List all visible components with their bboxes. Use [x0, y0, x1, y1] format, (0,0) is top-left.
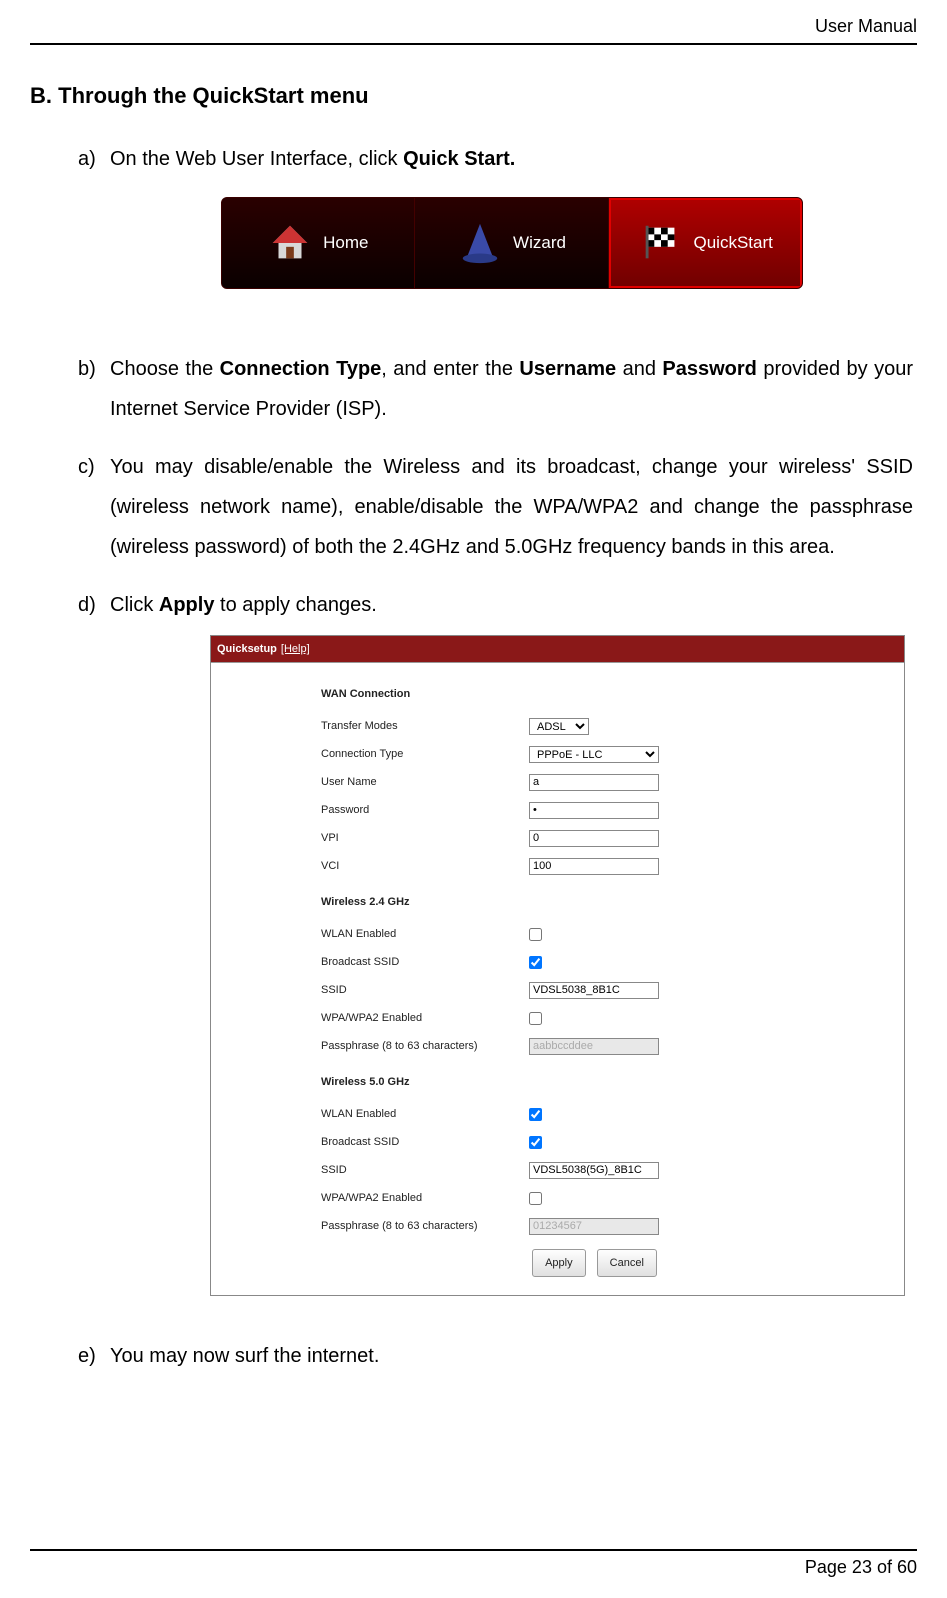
vci-label: VCI: [321, 855, 529, 877]
step-b-t3: and: [616, 358, 662, 380]
passphrase24-input[interactable]: [529, 1038, 659, 1055]
passphrase24-label: Passphrase (8 to 63 characters): [321, 1035, 529, 1057]
step-b-b3: Password: [662, 358, 756, 380]
step-a-pre: On the Web User Interface, click: [110, 148, 403, 170]
page-number-total: of 60: [872, 1557, 917, 1577]
nav-quickstart-label: QuickStart: [694, 226, 773, 260]
step-e: e) You may now surf the internet.: [110, 1336, 913, 1376]
wpa24-enabled-checkbox[interactable]: [529, 1012, 542, 1025]
wpa24-enabled-label: WPA/WPA2 Enabled: [321, 1007, 529, 1029]
cancel-button[interactable]: Cancel: [597, 1249, 657, 1277]
ssid50-label: SSID: [321, 1159, 529, 1181]
transfer-modes-label: Transfer Modes: [321, 715, 529, 737]
page-number-current: Page 23: [805, 1557, 872, 1577]
username-label: User Name: [321, 771, 529, 793]
wizard-hat-icon: [457, 220, 503, 266]
nav-wizard-label: Wizard: [513, 226, 566, 260]
step-a-bold: Quick Start.: [403, 148, 515, 170]
wireless-50-heading: Wireless 5.0 GHz: [321, 1071, 529, 1093]
form-help-link[interactable]: [Help]: [281, 638, 310, 660]
house-icon: [267, 220, 313, 266]
broadcast50-ssid-label: Broadcast SSID: [321, 1131, 529, 1153]
section-letter: B.: [30, 83, 52, 108]
step-d-marker: d): [78, 585, 96, 625]
ssid24-input[interactable]: [529, 982, 659, 999]
username-input[interactable]: [529, 774, 659, 791]
form-header-bar: Quicksetup [Help]: [211, 636, 904, 662]
step-b: b) Choose the Connection Type, and enter…: [110, 349, 913, 429]
transfer-modes-select[interactable]: ADSL: [529, 718, 589, 735]
nav-home-button[interactable]: Home: [222, 198, 416, 288]
step-b-b2: Username: [519, 358, 616, 380]
step-d-t1: Click: [110, 594, 159, 616]
password-input[interactable]: [529, 802, 659, 819]
step-d: d) Click Apply to apply changes. Quickse…: [110, 585, 913, 1296]
nav-home-label: Home: [323, 226, 368, 260]
ssid24-label: SSID: [321, 979, 529, 1001]
apply-button[interactable]: Apply: [532, 1249, 586, 1277]
wlan24-enabled-checkbox[interactable]: [529, 928, 542, 941]
vpi-input[interactable]: [529, 830, 659, 847]
step-c-marker: c): [78, 447, 95, 487]
wireless-24-heading: Wireless 2.4 GHz: [321, 891, 529, 913]
header-rule: [30, 43, 917, 45]
section-heading: B. Through the QuickStart menu: [30, 83, 917, 109]
section-title-text: Through the QuickStart menu: [58, 83, 368, 108]
passphrase50-input[interactable]: [529, 1218, 659, 1235]
doc-header-title: User Manual: [30, 0, 917, 43]
step-e-marker: e): [78, 1336, 96, 1376]
wpa50-enabled-checkbox[interactable]: [529, 1192, 542, 1205]
form-header-title: Quicksetup: [217, 638, 277, 660]
step-b-t1: Choose the: [110, 358, 220, 380]
quicksetup-form-screenshot: Quicksetup [Help] WAN Connection Transfe…: [210, 635, 905, 1296]
nav-quickstart-button[interactable]: QuickStart: [609, 198, 802, 288]
broadcast24-ssid-label: Broadcast SSID: [321, 951, 529, 973]
vpi-label: VPI: [321, 827, 529, 849]
broadcast24-ssid-checkbox[interactable]: [529, 956, 542, 969]
step-e-text: You may now surf the internet.: [110, 1345, 379, 1367]
broadcast50-ssid-checkbox[interactable]: [529, 1136, 542, 1149]
wlan24-enabled-label: WLAN Enabled: [321, 923, 529, 945]
passphrase50-label: Passphrase (8 to 63 characters): [321, 1215, 529, 1237]
step-b-t2: , and enter the: [381, 358, 519, 380]
step-c: c) You may disable/enable the Wireless a…: [110, 447, 913, 567]
step-a-marker: a): [78, 139, 96, 179]
step-d-t2: to apply changes.: [214, 594, 376, 616]
step-d-b1: Apply: [159, 594, 215, 616]
vci-input[interactable]: [529, 858, 659, 875]
password-label: Password: [321, 799, 529, 821]
step-b-b1: Connection Type: [220, 358, 382, 380]
wlan50-enabled-checkbox[interactable]: [529, 1108, 542, 1121]
wan-connection-heading: WAN Connection: [321, 683, 529, 705]
checkered-flag-icon: [638, 220, 684, 266]
step-c-text: You may disable/enable the Wireless and …: [110, 456, 913, 558]
step-a: a) On the Web User Interface, click Quic…: [110, 139, 913, 289]
ssid50-input[interactable]: [529, 1162, 659, 1179]
step-b-marker: b): [78, 349, 96, 389]
wlan50-enabled-label: WLAN Enabled: [321, 1103, 529, 1125]
connection-type-select[interactable]: PPPoE - LLC: [529, 746, 659, 763]
connection-type-label: Connection Type: [321, 743, 529, 765]
page-number: Page 23 of 60: [30, 1551, 917, 1578]
nav-bar-screenshot: Home Wizard QuickStart: [221, 197, 803, 289]
wpa50-enabled-label: WPA/WPA2 Enabled: [321, 1187, 529, 1209]
nav-wizard-button[interactable]: Wizard: [415, 198, 609, 288]
